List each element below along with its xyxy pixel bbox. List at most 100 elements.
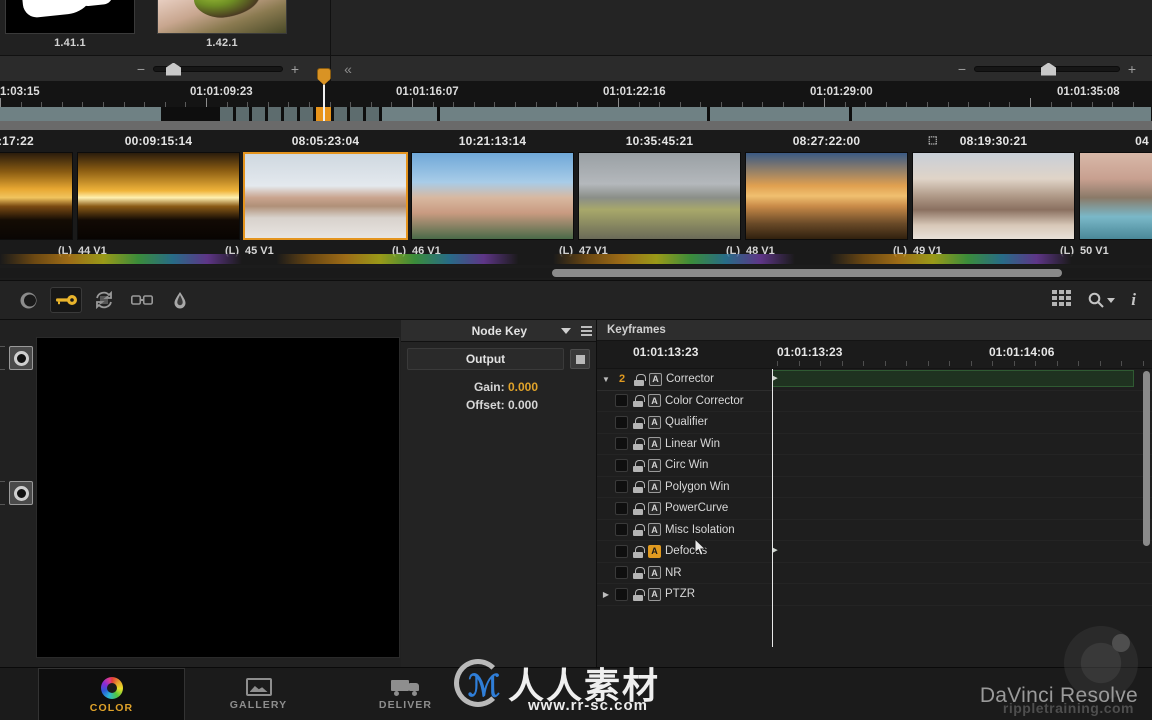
keyframe-track-row[interactable]: ▶ A PTZR xyxy=(597,584,772,606)
lock-icon[interactable] xyxy=(632,566,645,580)
stereo-glasses-icon[interactable] xyxy=(126,287,158,313)
keyframes-vscrollbar-thumb[interactable] xyxy=(1143,371,1150,546)
lock-icon[interactable] xyxy=(632,459,645,472)
gallery-zoom-track[interactable] xyxy=(153,62,283,76)
mini-clip[interactable] xyxy=(220,107,234,121)
clip-image[interactable] xyxy=(745,152,908,240)
lock-icon[interactable] xyxy=(632,502,645,515)
lock-icon[interactable] xyxy=(632,523,645,537)
keyframe-lane[interactable]: ◀▶ xyxy=(767,541,1152,563)
clip-flag-icon[interactable]: ⬚ xyxy=(928,136,938,146)
lock-icon[interactable] xyxy=(632,416,645,429)
blur-drop-icon[interactable] xyxy=(164,287,196,313)
auto-keyframe-icon[interactable]: A xyxy=(648,415,661,429)
mini-clip[interactable] xyxy=(350,107,364,121)
keyframe-track-row[interactable]: A Misc Isolation xyxy=(597,520,772,541)
auto-keyframe-icon[interactable]: A xyxy=(648,523,661,537)
timeline-clip-thumbnail[interactable]: 08:05:23:04 45 V1 (L) xyxy=(242,130,409,262)
auto-keyframe-icon[interactable]: A xyxy=(648,458,661,472)
clip-thumbnail-timeline[interactable]: 0:17:2243 V1(L)00:09:15:1444 V1(L)08:05:… xyxy=(0,130,1152,265)
timeline-clip-thumbnail[interactable]: 00:09:15:14 44 V1 (L) xyxy=(75,130,242,262)
mini-clip[interactable] xyxy=(366,107,380,121)
clip-image[interactable] xyxy=(77,152,240,240)
timeline-clip-thumbnail[interactable]: 10:35:45:21 47 V1 (L) xyxy=(576,130,743,262)
sizing-icon[interactable] xyxy=(88,287,120,313)
lock-icon[interactable] xyxy=(632,545,645,558)
chevron-down-icon[interactable]: ▼ xyxy=(601,375,611,384)
mode-button-gallery[interactable]: GALLERY xyxy=(185,668,332,720)
auto-keyframe-icon[interactable]: A xyxy=(648,544,661,558)
mini-clip[interactable] xyxy=(284,107,298,121)
timeline-scroll-track[interactable] xyxy=(0,121,1152,130)
track-enable-checkbox[interactable] xyxy=(615,437,628,451)
double-chevron-left-icon[interactable]: « xyxy=(331,56,365,82)
keyframes-ruler[interactable]: 01:01:13:23 01:01:13:23 01:01:14:06 xyxy=(597,341,1152,369)
timeline-clip-thumbnail[interactable]: 08:19:30:21 ⬚ 49 V1 (L) xyxy=(910,130,1077,262)
mini-clip[interactable] xyxy=(852,107,1152,121)
track-enable-checkbox[interactable] xyxy=(615,501,628,515)
keyframe-track-row[interactable]: A Polygon Win xyxy=(597,477,772,498)
mini-clip[interactable] xyxy=(710,107,850,121)
auto-keyframe-icon[interactable]: A xyxy=(649,372,662,386)
mode-button-color[interactable]: COLOR xyxy=(38,668,185,720)
keyframe-track-row[interactable]: A NR xyxy=(597,563,772,584)
track-enable-checkbox[interactable] xyxy=(615,394,628,408)
keyframe-lane[interactable] xyxy=(772,391,1152,412)
keyframe-track-row[interactable]: A Linear Win xyxy=(597,434,772,455)
keyframes-track-lanes[interactable]: ◀▶ ◀▶ xyxy=(767,369,1152,647)
keyframe-lane[interactable] xyxy=(772,563,1152,584)
keyframe-lane[interactable] xyxy=(772,498,1152,520)
timeline-clip-thumbnail[interactable]: 04 50 V1 xyxy=(1077,130,1152,262)
qualifier-key-icon[interactable] xyxy=(50,287,82,313)
clip-image[interactable] xyxy=(243,152,408,240)
mini-clip[interactable] xyxy=(0,107,162,121)
auto-keyframe-icon[interactable]: A xyxy=(648,501,661,515)
keyframe-track-row[interactable]: A Circ Win xyxy=(597,455,772,477)
timeline-ruler[interactable]: 1:03:15 01:01:09:23 01:01:16:07 01:01:22… xyxy=(0,81,1152,107)
keyframe-lane[interactable] xyxy=(772,520,1152,541)
keyframe-track-row[interactable]: A Qualifier xyxy=(597,412,772,434)
search-icon[interactable] xyxy=(1088,292,1116,308)
lock-icon[interactable] xyxy=(632,437,645,451)
mini-clip[interactable] xyxy=(300,107,314,121)
clip-image[interactable] xyxy=(411,152,574,240)
keyframe-track-row[interactable]: A Defocus xyxy=(597,541,772,563)
gallery-zoom-slider[interactable]: − + xyxy=(136,62,300,76)
mini-clip[interactable] xyxy=(440,107,708,121)
viewer-zoom-track[interactable] xyxy=(974,62,1120,76)
output-label[interactable]: Output xyxy=(407,348,564,370)
offset-value[interactable]: 0.000 xyxy=(508,398,538,412)
node-input-connector-icon[interactable] xyxy=(9,346,33,370)
mini-timeline-strip[interactable] xyxy=(0,107,1152,121)
track-enable-checkbox[interactable] xyxy=(615,566,628,580)
viewer-zoom-slider[interactable]: − + xyxy=(957,62,1137,76)
gallery-zoom-in-button[interactable]: + xyxy=(290,62,300,76)
thumbnail-hscrollbar[interactable] xyxy=(0,268,1152,278)
track-enable-checkbox[interactable] xyxy=(615,480,628,494)
mini-clip[interactable] xyxy=(252,107,266,121)
keyframe-track-row[interactable]: A PowerCurve xyxy=(597,498,772,520)
keyframe-track-row[interactable]: ▼ 2 A Corrector xyxy=(597,369,772,391)
mini-clip[interactable] xyxy=(268,107,282,121)
square-icon[interactable] xyxy=(570,349,590,369)
clip-image[interactable] xyxy=(1079,152,1152,240)
track-enable-checkbox[interactable] xyxy=(615,523,628,537)
gallery-zoom-knob[interactable] xyxy=(166,62,181,76)
clip-image[interactable] xyxy=(578,152,741,240)
mini-clip[interactable] xyxy=(382,107,438,121)
mini-clip[interactable] xyxy=(334,107,348,121)
auto-keyframe-icon[interactable]: A xyxy=(648,437,661,451)
keyframes-playhead[interactable] xyxy=(772,369,773,647)
track-enable-checkbox[interactable] xyxy=(615,415,628,429)
thumbnail-hscrollbar-thumb[interactable] xyxy=(552,269,1062,277)
palette-toolbar[interactable]: i xyxy=(0,280,1152,320)
node-output-connector-icon[interactable] xyxy=(9,481,33,505)
gallery-zoom-out-button[interactable]: − xyxy=(136,62,146,76)
auto-keyframe-icon[interactable]: A xyxy=(648,394,661,408)
chevron-right-icon[interactable]: ▶ xyxy=(601,590,611,599)
keyframe-range-bar[interactable] xyxy=(772,370,1134,387)
camera-raw-icon[interactable] xyxy=(12,287,44,313)
auto-keyframe-icon[interactable]: A xyxy=(648,480,661,494)
track-enable-checkbox[interactable] xyxy=(615,458,628,472)
auto-keyframe-icon[interactable]: A xyxy=(648,566,661,580)
